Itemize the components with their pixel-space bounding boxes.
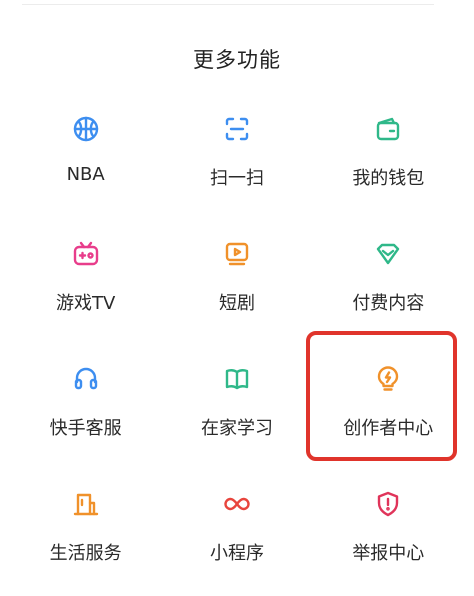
lightbulb-icon	[371, 362, 405, 396]
feature-label: 小程序	[209, 543, 264, 564]
feature-mini-program[interactable]: 小程序	[161, 471, 312, 596]
headset-icon	[69, 362, 103, 396]
feature-label: 在家学习	[200, 418, 273, 439]
section-title: 更多功能	[193, 48, 281, 72]
top-divider	[22, 4, 434, 5]
feature-grid: NBA 扫一扫 我的钱包 游戏TV 短剧 付费内容 快手客服 在家学习 创作者中…	[10, 96, 464, 596]
feature-game-tv[interactable]: 游戏TV	[10, 221, 161, 346]
mini-program-icon	[220, 487, 254, 521]
feature-label: 快手客服	[49, 418, 122, 439]
feature-label: 短剧	[218, 293, 255, 314]
feature-wallet[interactable]: 我的钱包	[313, 96, 464, 221]
feature-customer-service[interactable]: 快手客服	[10, 346, 161, 471]
shield-alert-icon	[371, 487, 405, 521]
feature-short-drama[interactable]: 短剧	[161, 221, 312, 346]
feature-label: 生活服务	[49, 543, 122, 564]
feature-label: NBA	[66, 164, 105, 185]
book-icon	[220, 362, 254, 396]
feature-label: 我的钱包	[352, 168, 425, 189]
feature-nba[interactable]: NBA	[10, 96, 161, 221]
feature-paid-content[interactable]: 付费内容	[313, 221, 464, 346]
basketball-icon	[69, 112, 103, 146]
feature-life-service[interactable]: 生活服务	[10, 471, 161, 596]
feature-study-at-home[interactable]: 在家学习	[161, 346, 312, 471]
storefront-icon	[69, 487, 103, 521]
feature-label: 举报中心	[352, 543, 425, 564]
short-drama-icon	[220, 237, 254, 271]
feature-label: 游戏TV	[56, 293, 116, 314]
feature-label: 创作者中心	[343, 418, 434, 439]
feature-label: 付费内容	[352, 293, 425, 314]
paid-content-icon	[371, 237, 405, 271]
feature-creator-center[interactable]: 创作者中心	[313, 346, 464, 471]
feature-scan[interactable]: 扫一扫	[161, 96, 312, 221]
scan-icon	[220, 112, 254, 146]
feature-label: 扫一扫	[209, 168, 264, 189]
wallet-icon	[371, 112, 405, 146]
feature-report-center[interactable]: 举报中心	[313, 471, 464, 596]
game-tv-icon	[69, 237, 103, 271]
